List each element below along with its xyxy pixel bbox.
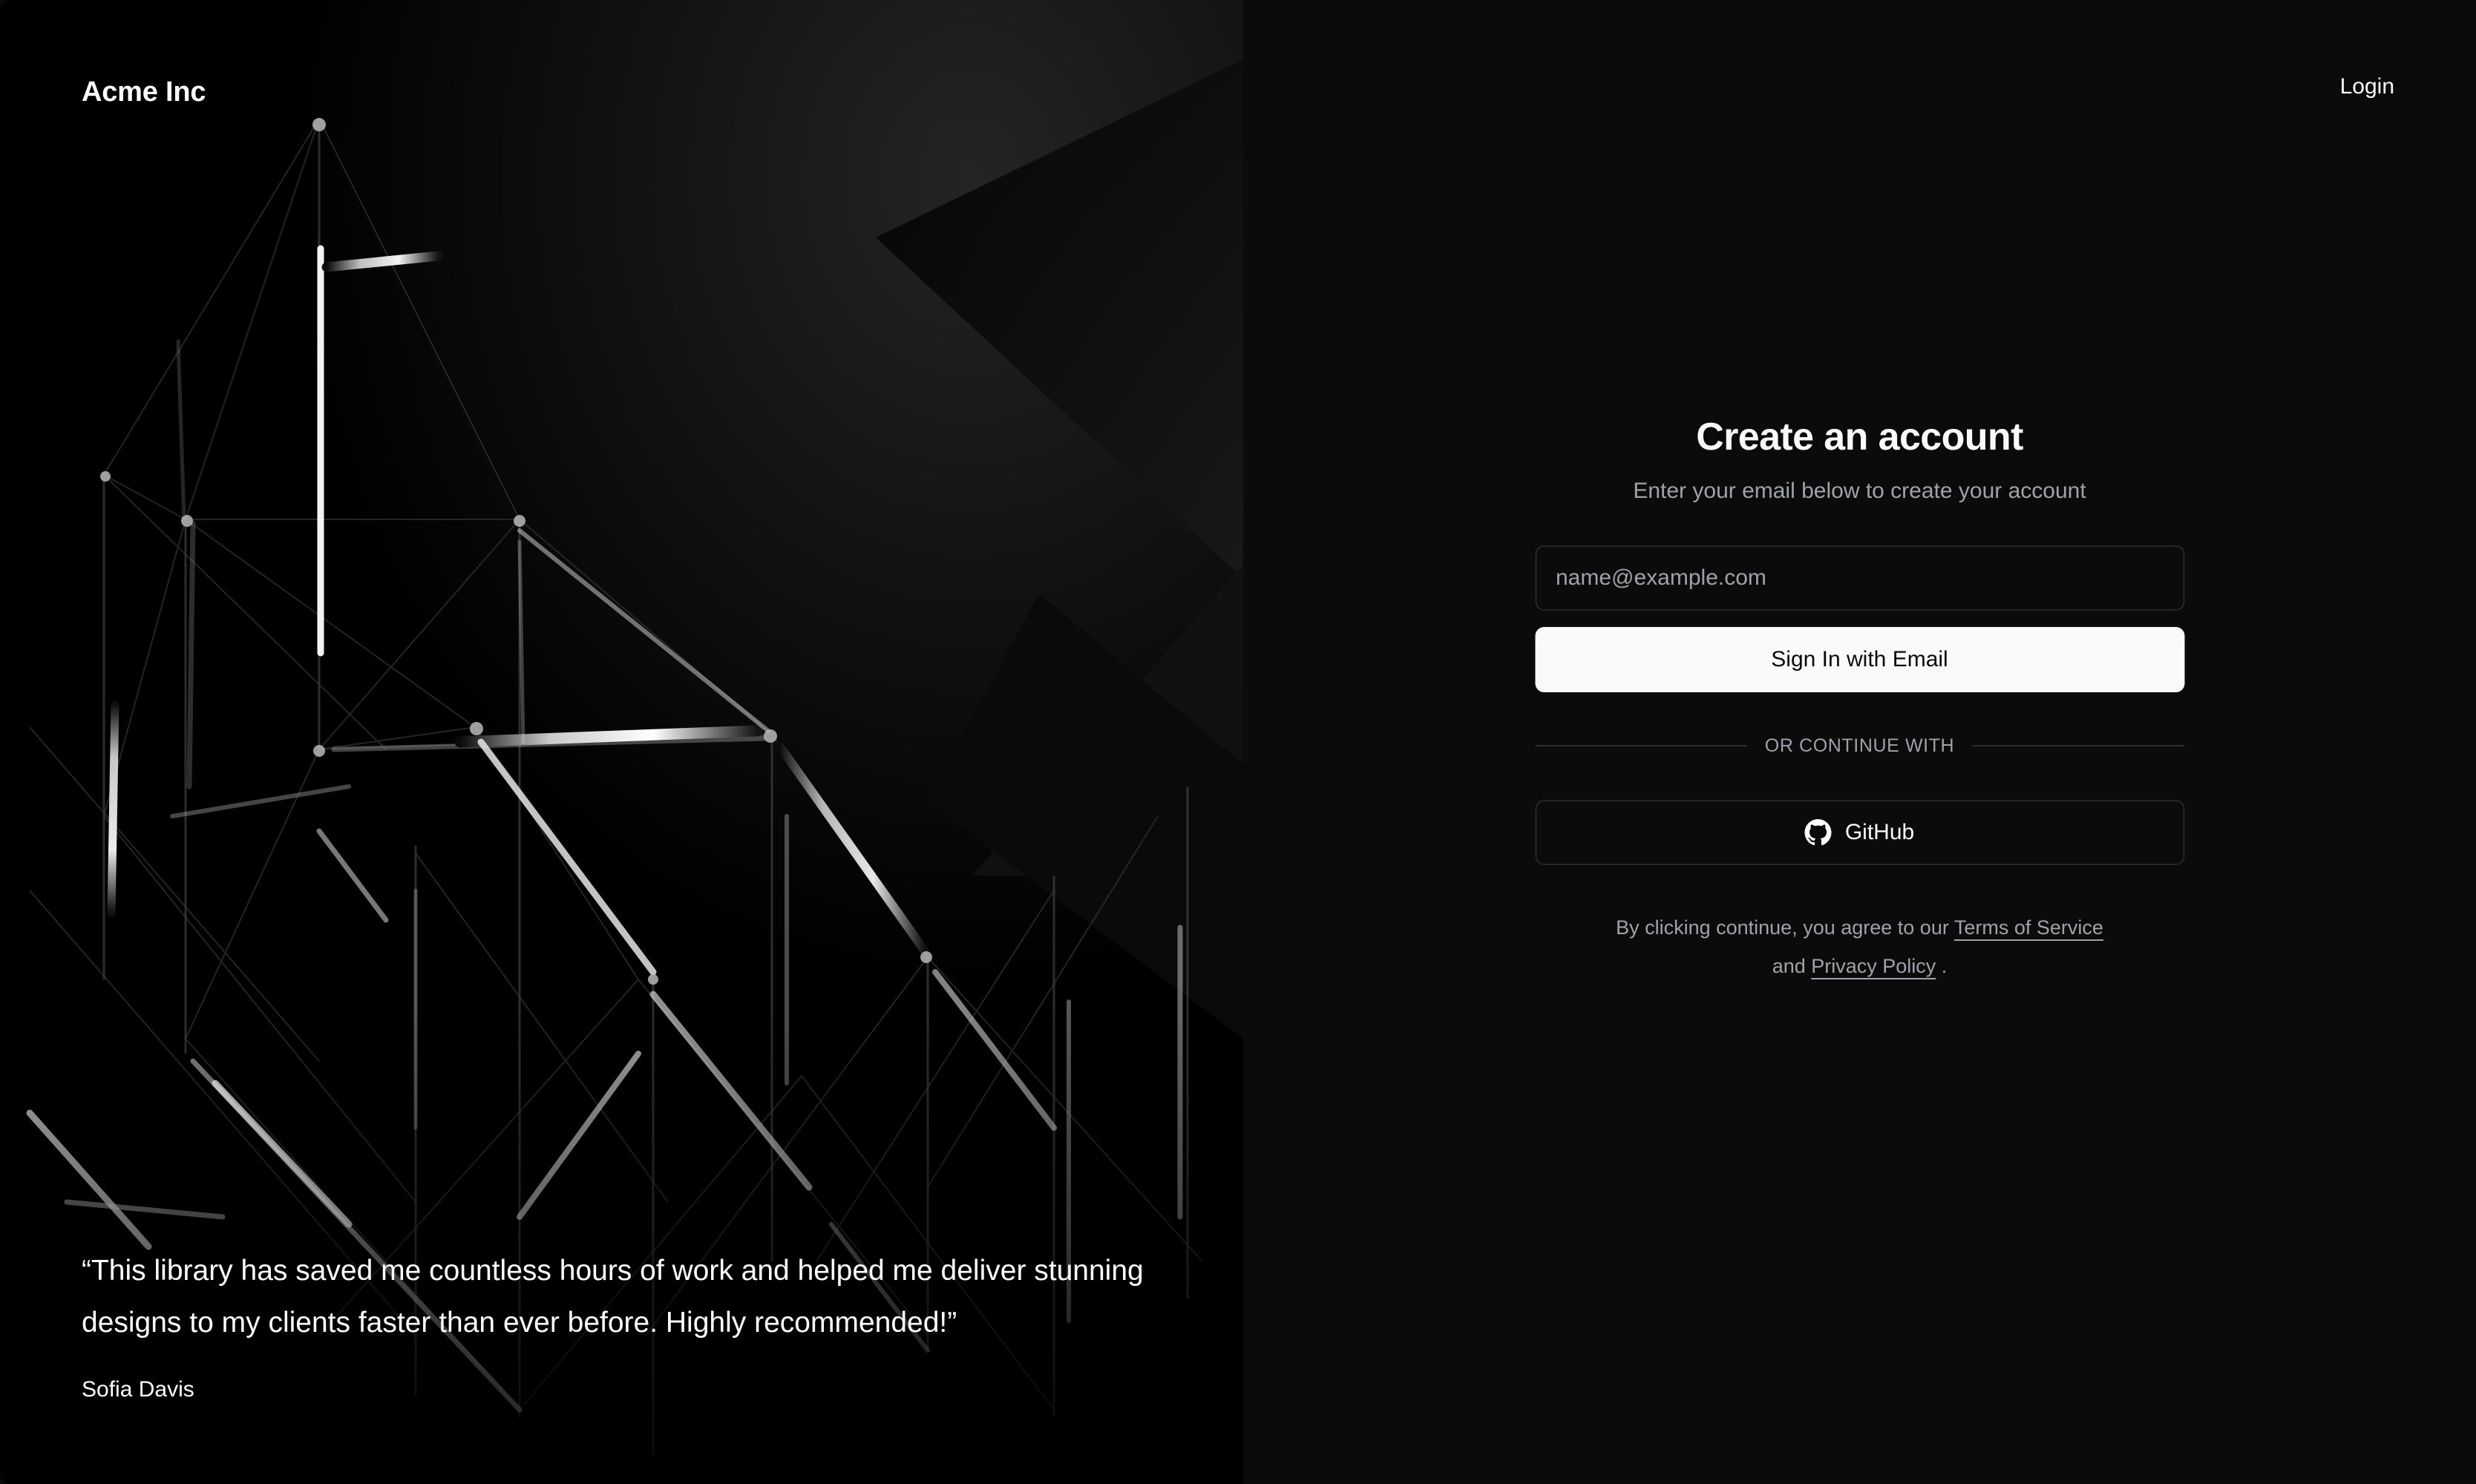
divider-label: OR CONTINUE WITH [1764, 735, 1955, 756]
legal-conjunction: and [1772, 954, 1812, 977]
auth-page: Acme Inc “This library has saved me coun… [0, 0, 2476, 1484]
testimonial-author: Sofia Davis [82, 1377, 194, 1402]
legal-prefix: By clicking continue, you agree to our [1616, 916, 1954, 939]
page-title: Create an account [1696, 416, 2023, 459]
signup-form: Create an account Enter your email below… [1535, 416, 2185, 985]
divider-line-right [1972, 745, 2185, 747]
terms-of-service-link[interactable]: Terms of Service [1954, 916, 2103, 939]
brand-logo: Acme Inc [82, 76, 206, 108]
sign-in-with-email-button[interactable]: Sign In with Email [1535, 626, 2184, 692]
email-input[interactable] [1535, 545, 2184, 611]
divider: OR CONTINUE WITH [1535, 735, 2185, 757]
testimonial-block: “This library has saved me countless hou… [82, 1245, 1165, 1401]
privacy-policy-link[interactable]: Privacy Policy [1811, 955, 1936, 977]
form-header: Create an account Enter your email below… [1535, 416, 2184, 505]
auth-form-panel: Login Create an account Enter your email… [1243, 0, 2476, 1484]
github-oauth-button[interactable]: GitHub [1535, 799, 2184, 865]
github-oauth-label: GitHub [1844, 819, 1915, 844]
github-icon [1804, 818, 1832, 845]
legal-disclaimer: By clicking continue, you agree to our T… [1600, 908, 2120, 985]
hero-panel: Acme Inc “This library has saved me coun… [0, 0, 1243, 1484]
page-subtitle: Enter your email below to create your ac… [1633, 478, 2086, 503]
divider-line-left [1535, 745, 1747, 747]
login-link[interactable]: Login [2340, 76, 2394, 98]
testimonial-quote: “This library has saved me countless hou… [82, 1255, 1144, 1339]
legal-suffix: . [1936, 954, 1948, 977]
